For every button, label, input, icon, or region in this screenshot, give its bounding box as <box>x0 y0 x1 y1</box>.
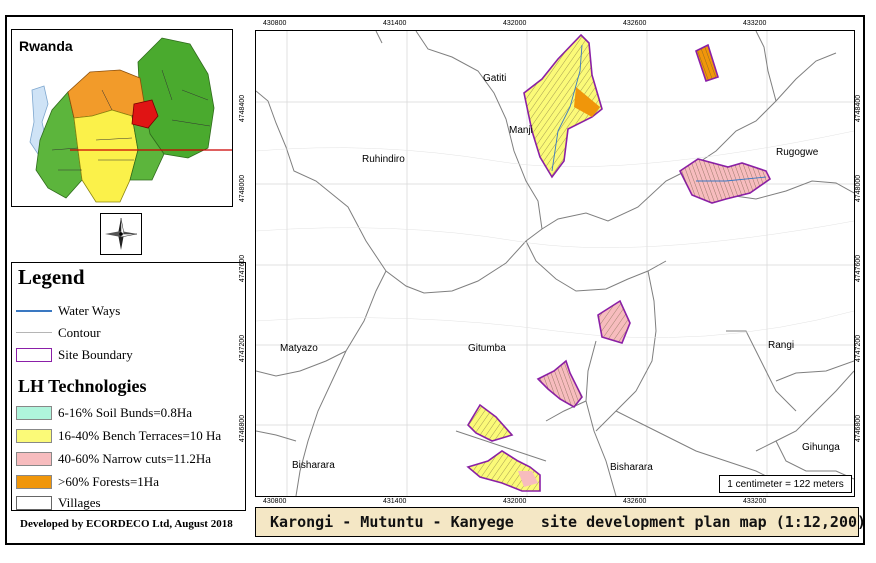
inset-title: Rwanda <box>19 38 73 54</box>
legend-item-bench-terraces: 16-40% Bench Terraces=10 Ha <box>16 426 221 446</box>
site-map: Gatiti Manji Ruhindiro Rugogwe Matyazo G… <box>255 30 855 497</box>
x-tick-top: 433200 <box>743 20 767 27</box>
soil-bunds-swatch <box>16 406 52 420</box>
x-tick-bottom: 431400 <box>383 498 407 505</box>
lh-technologies-title: LH Technologies <box>18 376 147 396</box>
rwanda-districts-shape <box>29 37 242 203</box>
legend-item-narrow-cuts: 40-60% Narrow cuts=11.2Ha <box>16 449 211 469</box>
y-tick-right: 4748000 <box>855 174 863 203</box>
x-tick-top: 432000 <box>503 20 527 27</box>
place-matyazo: Matyazo <box>280 343 318 354</box>
y-tick-left: 4748000 <box>239 174 247 203</box>
place-gatiti: Gatiti <box>483 73 507 84</box>
x-tick-top: 430800 <box>263 20 287 27</box>
y-tick-left: 4746800 <box>239 414 247 443</box>
y-tick-right: 4746800 <box>855 414 863 443</box>
scale-box: 1 centimeter = 122 meters <box>719 475 852 493</box>
x-tick-top: 431400 <box>383 20 407 27</box>
legend-item-water-ways: Water Ways <box>16 301 120 321</box>
x-tick-top: 432600 <box>623 20 647 27</box>
place-rugogwe: Rugogwe <box>776 147 819 158</box>
villages-swatch <box>16 496 52 510</box>
place-gitumba: Gitumba <box>468 343 506 354</box>
place-gihunga: Gihunga <box>802 442 840 453</box>
legend-item-forests: >60% Forests=1Ha <box>16 472 159 492</box>
legend-item-villages: Villages <box>16 493 101 513</box>
bench-terraces-swatch <box>16 429 52 443</box>
legend-title: Legend <box>18 265 85 289</box>
map-title: Karongi - Mutuntu - Kanyege site develop… <box>255 507 866 537</box>
legend-label: 16-40% Bench Terraces=10 Ha <box>58 428 222 443</box>
north-arrow <box>100 213 142 255</box>
site-polygons <box>466 33 772 492</box>
legend-item-contour: Contour <box>16 323 101 343</box>
y-tick-left: 4747600 <box>239 254 247 283</box>
y-tick-right: 4747200 <box>855 334 863 363</box>
x-tick-bottom: 430800 <box>263 498 287 505</box>
y-tick-left: 4747200 <box>239 334 247 363</box>
narrow-cuts-swatch <box>16 452 52 466</box>
legend-label: Water Ways <box>58 303 121 318</box>
contour-symbol <box>16 326 52 340</box>
y-tick-right: 4748400 <box>855 94 863 123</box>
legend-label: Villages <box>58 495 101 510</box>
site-south-central-contours <box>538 361 582 407</box>
forests-swatch <box>16 475 52 489</box>
legend-label: 6-16% Soil Bunds=0.8Ha <box>58 405 193 420</box>
place-bisharara-left: Bisharara <box>292 460 335 471</box>
place-manji: Manji <box>509 125 533 136</box>
rwanda-inset-map: Rwanda <box>11 29 242 207</box>
x-tick-bottom: 432000 <box>503 498 527 505</box>
place-bisharara-right: Bisharara <box>610 462 653 473</box>
place-rangi: Rangi <box>768 340 795 351</box>
site-west-small-contours <box>468 405 512 441</box>
place-ruhindiro: Ruhindiro <box>362 154 405 165</box>
legend-label: 40-60% Narrow cuts=11.2Ha <box>58 451 212 466</box>
map-canvas <box>256 31 854 496</box>
legend-label: >60% Forests=1Ha <box>58 474 159 489</box>
compass-rose-icon <box>105 217 138 250</box>
y-tick-left: 4748400 <box>239 94 247 123</box>
legend-panel: Legend Water Ways Contour Site Boundary … <box>11 262 246 511</box>
legend-item-soil-bunds: 6-16% Soil Bunds=0.8Ha <box>16 403 192 423</box>
legend-label: Site Boundary <box>58 347 133 362</box>
credit-line: Developed by ECORDECO Ltd, August 2018 <box>20 518 233 530</box>
legend-item-site-boundary: Site Boundary <box>16 345 133 365</box>
y-tick-right: 4747600 <box>855 254 863 283</box>
legend-label: Contour <box>58 325 101 340</box>
x-tick-bottom: 433200 <box>743 498 767 505</box>
water-ways-symbol <box>16 304 52 318</box>
x-tick-bottom: 432600 <box>623 498 647 505</box>
site-boundary-symbol <box>16 348 52 362</box>
